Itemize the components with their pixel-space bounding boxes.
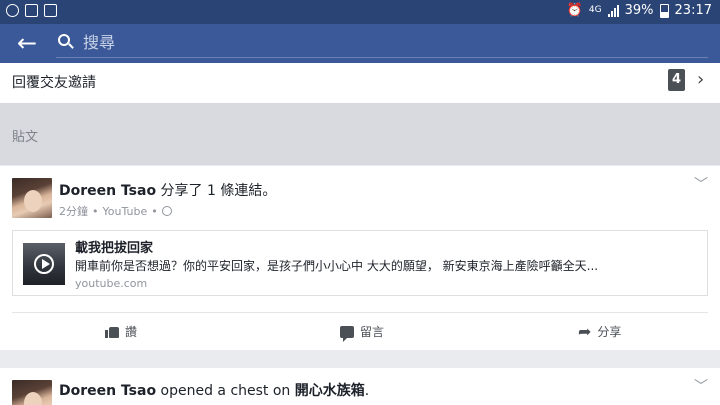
avatar[interactable] (12, 380, 52, 405)
friend-requests-label: 回覆交友邀請 (12, 75, 96, 91)
meta-separator: • (151, 204, 158, 218)
post-header-text: Doreen Tsao 分享了 1 條連結。 (59, 180, 276, 200)
post-card: Doreen Tsao opened a chest on 開心水族箱. ﹀ (0, 368, 720, 405)
author-name[interactable]: Doreen Tsao (59, 383, 156, 399)
link-preview-card[interactable]: 載我把拔回家 開車前你是否想過？你的平安回家，是孩子們小小心中 大大的願望， 新… (12, 230, 708, 296)
link-domain: youtube.com (75, 277, 148, 290)
post-menu-chevron-icon[interactable]: ﹀ (694, 376, 708, 396)
post-header-text: Doreen Tsao opened a chest on 開心水族箱. (59, 380, 369, 400)
play-icon (34, 254, 54, 274)
status-bar: ⏰ 4G 39% 23:17 (0, 0, 720, 24)
comment-button[interactable]: 留言 (340, 323, 385, 342)
search-input[interactable] (83, 30, 683, 54)
share-label: 分享 (597, 325, 622, 339)
video-thumbnail[interactable] (23, 243, 65, 285)
search-header: ← (0, 24, 720, 63)
globe-icon (161, 206, 172, 216)
avatar[interactable] (12, 178, 52, 218)
section-title: 貼文 (12, 130, 39, 145)
share-button[interactable]: ➦ 分享 (578, 323, 621, 340)
post-menu-chevron-icon[interactable]: ﹀ (694, 174, 708, 194)
back-arrow-icon[interactable]: ← (10, 27, 44, 59)
post-action-text: 分享了 1 條連結。 (156, 183, 277, 199)
chevron-right-icon: › (697, 69, 705, 90)
notification-icons (6, 4, 57, 17)
comment-bubble-icon (340, 325, 354, 342)
battery-icon (659, 3, 669, 18)
clock: 23:17 (674, 3, 712, 18)
search-field[interactable] (56, 28, 708, 58)
search-icon (58, 34, 74, 50)
image-notification-icon (25, 4, 38, 17)
thumbs-up-icon (105, 325, 119, 338)
post-action-suffix: . (364, 383, 370, 399)
app-notification-icon (6, 4, 19, 17)
posts-section-header: 貼文 (0, 103, 720, 165)
like-label: 讚 (125, 325, 138, 339)
post-meta: 2分鐘 • YouTube • (59, 203, 172, 219)
alarm-icon: ⏰ (566, 3, 583, 18)
comment-label: 留言 (360, 325, 385, 339)
game-name[interactable]: 開心水族箱 (295, 383, 365, 399)
friend-requests-row[interactable]: 回覆交友邀請 4 › (0, 63, 720, 103)
signal-icon (607, 4, 619, 17)
post-card: Doreen Tsao 分享了 1 條連結。 2分鐘 • YouTube • ﹀… (0, 166, 720, 350)
link-title: 載我把拔回家 (75, 241, 154, 256)
network-type: 4G (588, 5, 602, 15)
calendar-notification-icon (44, 4, 57, 17)
friend-requests-count-badge: 4 (668, 69, 685, 91)
post-actions-bar: 讚 留言 ➦ 分享 (12, 312, 708, 350)
battery-percent: 39% (624, 3, 654, 18)
author-name[interactable]: Doreen Tsao (59, 183, 156, 199)
link-description: 開車前你是否想過？你的平安回家，是孩子們小小心中 大大的願望， 新安東京海上產險… (75, 259, 599, 273)
post-time[interactable]: 2分鐘 (59, 203, 88, 219)
post-action-text: opened a chest on (156, 383, 295, 399)
like-button[interactable]: 讚 (105, 323, 137, 340)
post-source: YouTube (102, 204, 148, 218)
meta-separator: • (92, 204, 99, 218)
share-arrow-icon: ➦ (578, 321, 592, 341)
